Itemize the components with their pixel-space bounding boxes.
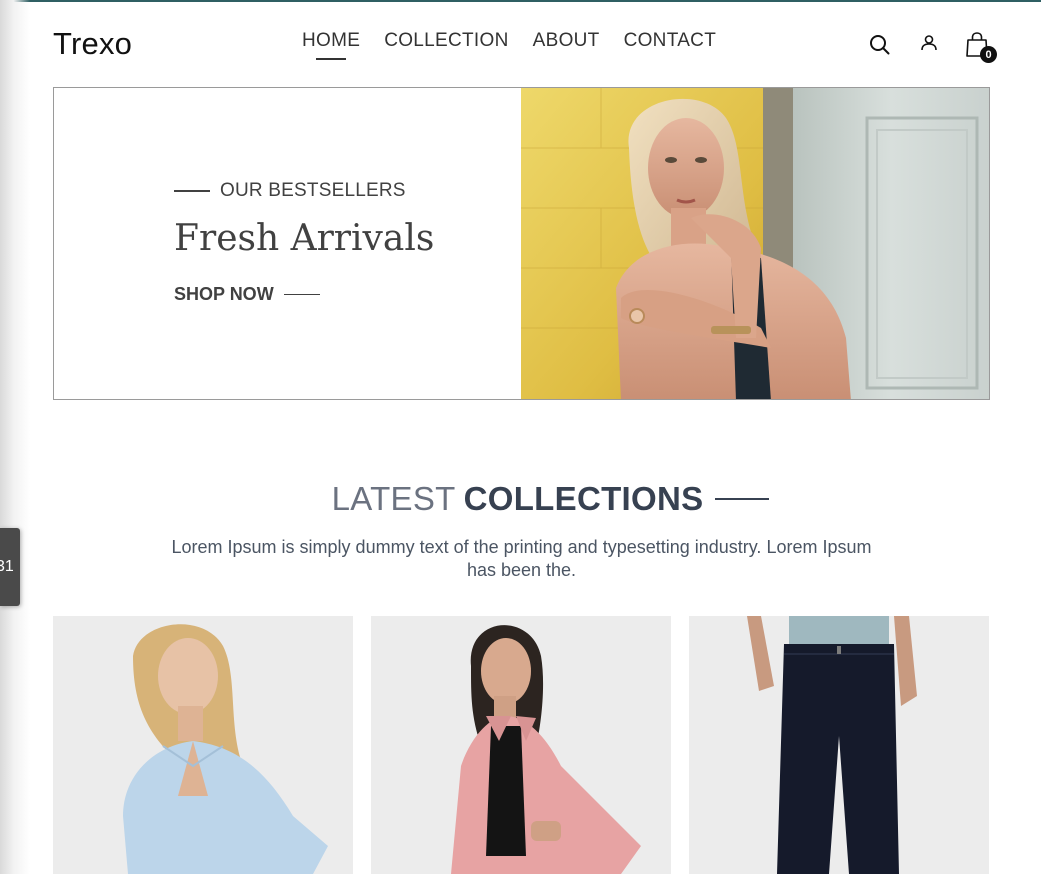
product-image-blue-shirt — [53, 616, 353, 874]
hero-text-panel: OUR BESTSELLERS Fresh Arrivals SHOP NOW — [54, 88, 521, 399]
main-nav: HOME COLLECTION ABOUT CONTACT — [302, 30, 717, 60]
cart-count-badge: 0 — [980, 46, 997, 63]
product-card[interactable] — [371, 616, 671, 874]
eyebrow-line — [174, 190, 210, 192]
nav-contact[interactable]: CONTACT — [624, 30, 717, 52]
shop-now-label: SHOP NOW — [174, 284, 274, 304]
side-tab-text: 31 — [0, 558, 14, 575]
latest-collections-description: Lorem Ipsum is simply dummy text of the … — [171, 537, 872, 580]
user-icon[interactable] — [920, 34, 938, 52]
hero-image — [521, 88, 989, 399]
heading-bold: COLLECTIONS — [463, 480, 704, 517]
left-edge-shadow — [0, 0, 30, 874]
hero-title: Fresh Arrivals — [174, 218, 435, 259]
side-floating-tab[interactable]: 31 — [0, 528, 20, 606]
nav-home[interactable]: HOME — [302, 30, 360, 60]
product-image-navy-pants — [689, 616, 989, 874]
latest-collections-heading: LATEST COLLECTIONS — [0, 480, 1041, 518]
hero-model-photo — [521, 88, 989, 399]
heading-light: LATEST — [331, 480, 456, 517]
product-card[interactable] — [53, 616, 353, 874]
search-icon[interactable] — [869, 34, 890, 55]
shop-now-link[interactable]: SHOP NOW — [174, 284, 320, 305]
shop-now-line — [283, 294, 320, 295]
brand-logo[interactable]: Trexo — [53, 26, 132, 62]
hero-banner: OUR BESTSELLERS Fresh Arrivals SHOP NOW — [53, 87, 990, 400]
product-card[interactable] — [689, 616, 989, 874]
eyebrow-text: OUR BESTSELLERS — [220, 180, 406, 201]
nav-about[interactable]: ABOUT — [533, 30, 600, 52]
heading-wrap: LATEST COLLECTIONS — [332, 480, 770, 518]
heading-line — [715, 498, 770, 500]
product-image-pink-jacket — [371, 616, 671, 874]
product-grid — [53, 616, 989, 874]
nav-collection[interactable]: COLLECTION — [384, 30, 508, 52]
window-top-border — [0, 0, 1041, 2]
hero-eyebrow: OUR BESTSELLERS — [174, 180, 406, 202]
